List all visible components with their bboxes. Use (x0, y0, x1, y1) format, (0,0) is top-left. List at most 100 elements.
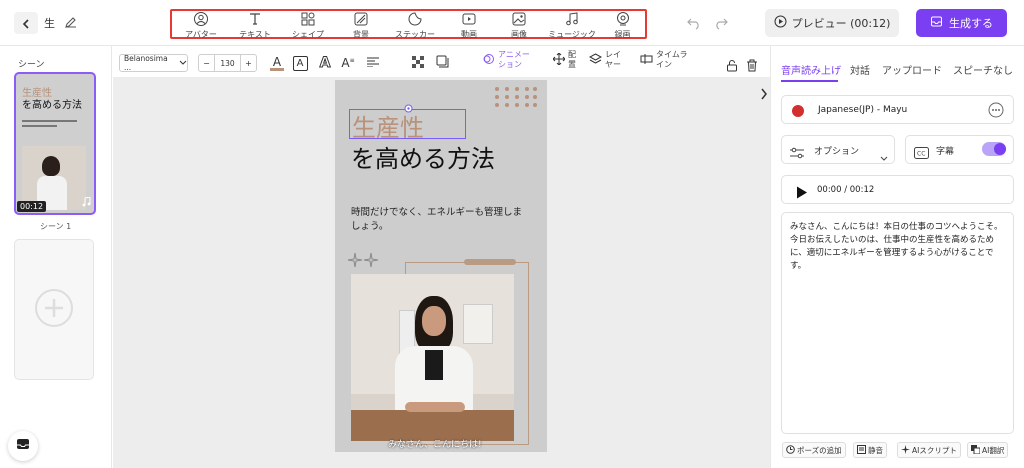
presenter-photo[interactable] (351, 274, 514, 441)
options-dropdown[interactable]: オプション (781, 135, 895, 164)
tool-label: 画像 (511, 30, 527, 39)
cc-icon: CC (914, 144, 929, 163)
align-button[interactable] (364, 54, 382, 72)
inbox-icon (15, 436, 31, 456)
scene-duration: 00:12 (17, 201, 47, 212)
transparency-button[interactable] (409, 54, 427, 72)
redo-icon[interactable] (713, 15, 729, 34)
tool-label: 動画 (461, 30, 477, 39)
edit-icon[interactable] (64, 14, 78, 33)
body-text[interactable]: 時間だけでなく、エネルギーも管理しましょう。 (351, 206, 526, 234)
text-icon (247, 11, 263, 29)
layer-label: レイヤー (605, 50, 621, 69)
tool-background[interactable]: 背景 (336, 11, 386, 39)
font-select-value: Belanosima ... (124, 54, 168, 72)
voice-name: Japanese(JP) - Mayu (818, 105, 908, 115)
shadow-icon (436, 55, 449, 71)
timeline-icon (640, 53, 653, 68)
sliders-icon (790, 144, 804, 163)
text-effect-button[interactable]: A≡ (339, 54, 357, 72)
rotate-handle-icon[interactable] (404, 98, 413, 117)
voice-selector[interactable]: Japanese(JP) - Mayu (781, 95, 1014, 124)
more-options-icon[interactable] (988, 102, 1004, 122)
chevron-down-icon (880, 147, 888, 166)
ai-translate-button[interactable]: AI翻訳 (967, 442, 1009, 458)
layer-button[interactable]: レイヤー (588, 50, 625, 70)
chat-button[interactable] (8, 431, 38, 461)
tool-label: テキスト (239, 30, 271, 39)
project-title[interactable]: 生 (44, 15, 55, 31)
play-icon[interactable] (796, 184, 808, 203)
tool-label: 録画 (614, 30, 631, 39)
tool-music[interactable]: ミュージック (544, 11, 600, 39)
text-color-button[interactable]: A (268, 54, 286, 72)
svg-text:CC: CC (917, 151, 925, 158)
shadow-button[interactable] (433, 54, 451, 72)
preview-button[interactable]: プレビュー (00:12) (765, 9, 899, 37)
tool-image[interactable]: 画像 (494, 11, 544, 39)
font-size-value[interactable]: 130 (215, 59, 240, 68)
layers-icon (588, 52, 603, 68)
arrange-label: 配置 (568, 50, 576, 69)
tool-sticker[interactable]: ステッカー (386, 11, 444, 39)
background-icon (353, 11, 369, 29)
font-select[interactable]: Belanosima ... (119, 54, 188, 72)
script-text[interactable]: みなさん、こんにちは！本日の仕事のコツへようこそ。 今日お伝えしたいのは、仕事中… (790, 221, 1005, 273)
tool-label: ステッカー (395, 30, 435, 39)
move-icon (552, 52, 566, 68)
tool-label: シェイプ (292, 30, 324, 39)
chevron-down-icon (179, 59, 187, 68)
collapse-panel-button[interactable] (760, 88, 768, 103)
mute-label: 静音 (868, 445, 883, 455)
tab-upload[interactable]: アップロード (882, 62, 942, 77)
trash-icon[interactable] (746, 57, 758, 76)
options-label: オプション (814, 147, 860, 157)
tool-text[interactable]: テキスト (230, 11, 280, 39)
headline-text[interactable]: を高める方法 (351, 139, 495, 174)
increase-size-button[interactable]: + (240, 55, 256, 71)
avatar-icon (193, 11, 209, 29)
insert-toolbar: アバター テキスト シェイプ 背景 ステッカー 動画 画像 ミュージック 録画 (170, 9, 647, 39)
sparkle-decoration (347, 252, 379, 268)
tool-label: 背景 (353, 30, 369, 39)
decrease-size-button[interactable]: − (199, 55, 215, 71)
thumb-headline-2: を高める方法 (22, 100, 82, 111)
timeline-button[interactable]: タイムライン (640, 50, 692, 70)
text-highlight-button[interactable]: A (291, 54, 309, 72)
add-scene-button[interactable] (14, 239, 94, 380)
scene-name: シーン 1 (40, 222, 72, 231)
playback-time: 00:00 / 00:12 (817, 185, 875, 195)
video-icon (461, 11, 477, 29)
script-editor[interactable]: みなさん、こんにちは！本日の仕事のコツへようこそ。 今日お伝えしたいのは、仕事中… (781, 212, 1014, 434)
image-icon (511, 11, 527, 29)
add-pause-button[interactable]: ポーズの追加 (782, 442, 846, 458)
generate-button[interactable]: 生成する (916, 9, 1007, 37)
ai-script-button[interactable]: AIスクリプト (897, 442, 961, 458)
tool-label: アバター (185, 30, 217, 39)
animation-icon (483, 53, 495, 68)
arrange-button[interactable]: 配置 (552, 50, 578, 70)
scene-thumbnail[interactable]: 生産性 を高める方法 00:12 (14, 72, 96, 215)
tool-video[interactable]: 動画 (444, 11, 494, 39)
ai-sparkle-icon (901, 444, 910, 456)
font-size-stepper[interactable]: − 130 + (198, 54, 257, 72)
text-outline-button[interactable]: A (316, 54, 334, 72)
tab-text-to-speech[interactable]: 音声読み上げ (781, 62, 841, 77)
preview-label: プレビュー (00:12) (791, 17, 891, 30)
inbox-icon (930, 15, 943, 31)
tab-dialogue[interactable]: 対話 (850, 62, 870, 77)
tool-record[interactable]: 録画 (600, 11, 645, 39)
tool-avatar[interactable]: アバター (172, 11, 230, 39)
animation-button[interactable]: アニメーション (483, 50, 534, 70)
ai-script-label: AIスクリプト (912, 445, 957, 455)
mute-button[interactable]: 静音 (853, 442, 887, 458)
flag-jp-icon (792, 105, 804, 117)
back-button[interactable] (14, 12, 38, 34)
tool-shape[interactable]: シェイプ (280, 11, 336, 39)
record-icon (615, 11, 631, 29)
lock-icon[interactable] (726, 57, 738, 76)
undo-icon[interactable] (686, 15, 702, 34)
subtitle-label: 字幕 (936, 147, 955, 157)
tab-no-speech[interactable]: スピーチなし (953, 62, 1013, 77)
tool-label: ミュージック (548, 30, 596, 39)
